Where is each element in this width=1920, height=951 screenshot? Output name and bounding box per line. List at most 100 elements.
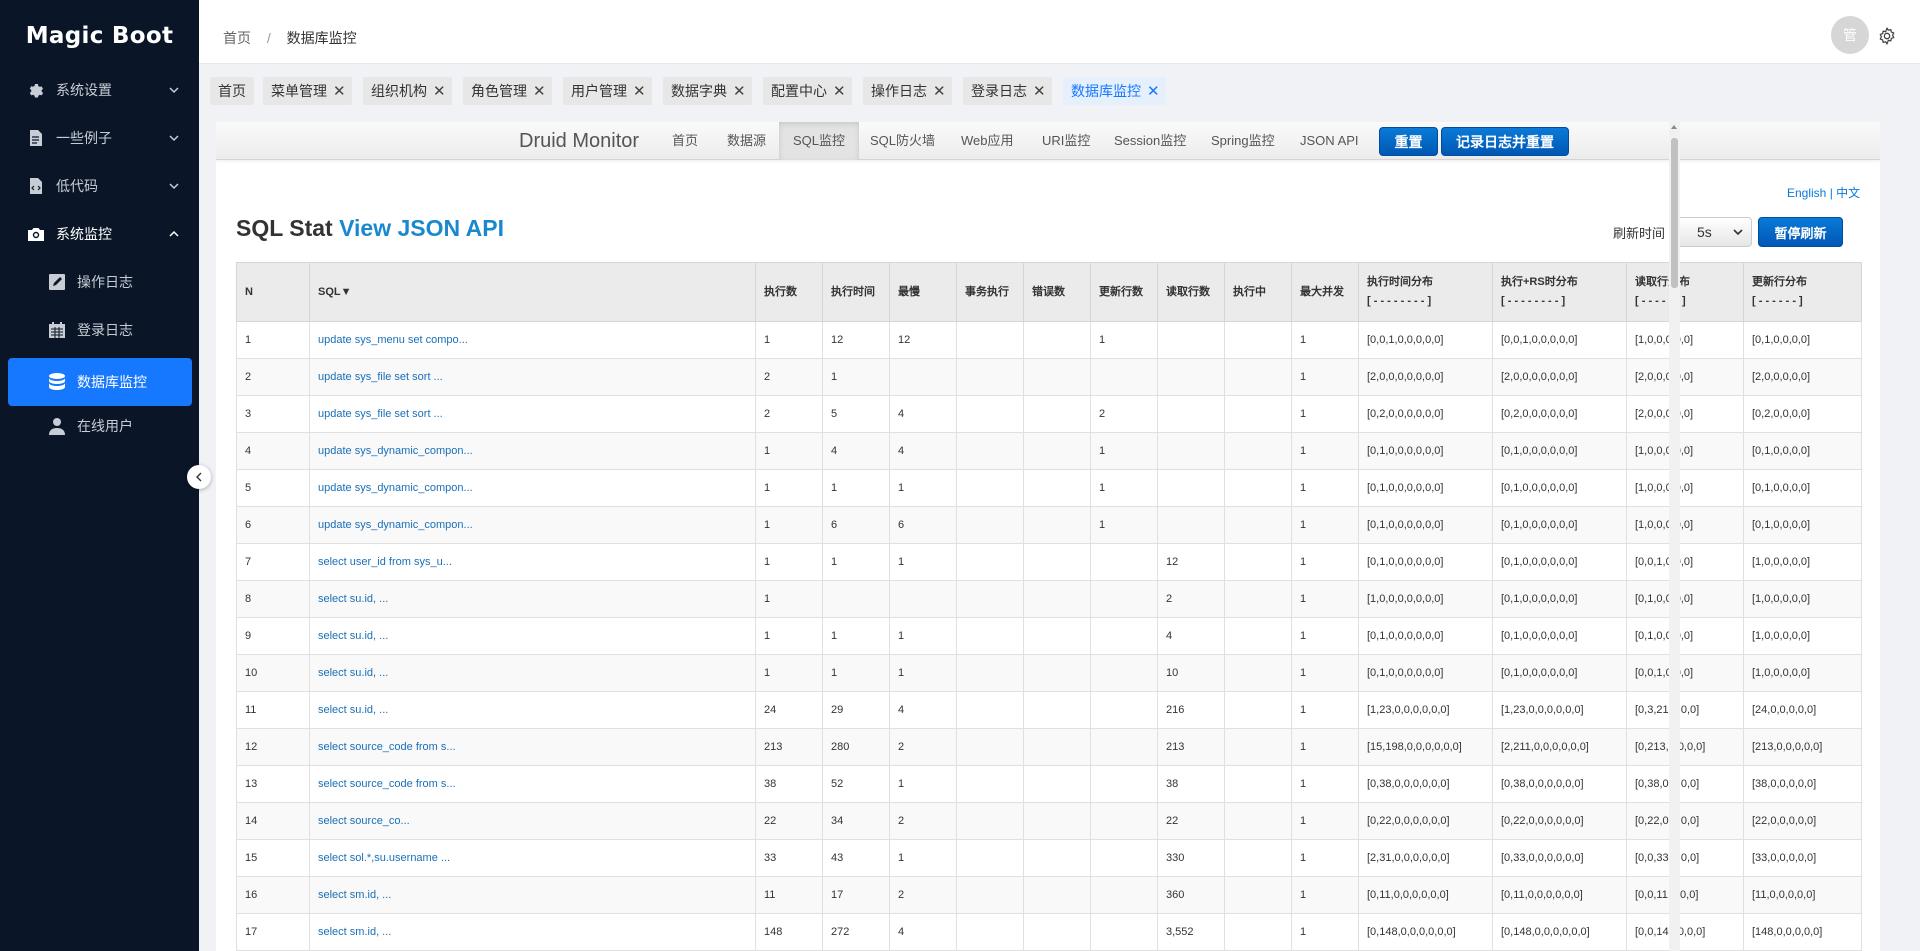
- column-header[interactable]: 执行数: [755, 262, 823, 322]
- druid-nav-home[interactable]: 首页: [658, 122, 712, 160]
- sidebar-subitem-online-users[interactable]: 在线用户: [0, 402, 199, 450]
- column-header[interactable]: 读取行数: [1157, 262, 1225, 322]
- chevron-down-icon: [169, 87, 179, 94]
- sidebar-collapse-button[interactable]: [187, 465, 211, 489]
- druid-nav-spring-monitor[interactable]: Spring监控: [1197, 122, 1289, 160]
- close-icon[interactable]: ✕: [633, 82, 646, 100]
- close-icon[interactable]: ✕: [833, 82, 846, 100]
- column-header[interactable]: 更新行数: [1090, 262, 1158, 322]
- column-header[interactable]: 最慢: [889, 262, 957, 322]
- column-header[interactable]: 更新行分布 [ - - - - - - ]: [1743, 262, 1862, 322]
- column-header[interactable]: 读取行分布 [ - - - - - - ]: [1626, 262, 1744, 322]
- lang-english-link[interactable]: English: [1787, 186, 1826, 200]
- sql-link[interactable]: select su.id, ...: [309, 580, 756, 618]
- sql-link[interactable]: select sol.*,su.username ...: [309, 839, 756, 877]
- pause-refresh-button[interactable]: 暂停刷新: [1758, 217, 1843, 247]
- sql-link[interactable]: update sys_dynamic_compon...: [309, 506, 756, 544]
- close-icon[interactable]: ✕: [333, 82, 346, 100]
- sql-link[interactable]: select source_code from s...: [309, 728, 756, 766]
- column-header[interactable]: 执行中: [1224, 262, 1292, 322]
- column-header-label: 读取行数: [1166, 285, 1210, 298]
- sql-link[interactable]: update sys_menu set compo...: [309, 321, 756, 359]
- log-and-reset-button[interactable]: 记录日志并重置: [1441, 127, 1569, 156]
- column-header[interactable]: 执行时间分布 [ - - - - - - - - ]: [1358, 262, 1493, 322]
- tab-home[interactable]: 首页: [210, 77, 254, 105]
- table-cell: [1224, 321, 1292, 359]
- sidebar-item-label: 系统设置: [56, 82, 112, 98]
- column-header[interactable]: 事务执行: [956, 262, 1024, 322]
- tab-operation-log[interactable]: 操作日志 ✕: [863, 77, 952, 105]
- sql-link[interactable]: select su.id, ...: [309, 691, 756, 729]
- lang-chinese-link[interactable]: 中文: [1836, 186, 1860, 200]
- column-header[interactable]: 最大并发: [1291, 262, 1359, 322]
- sidebar-subitem-login-log[interactable]: 登录日志: [0, 306, 199, 354]
- close-icon[interactable]: ✕: [1147, 82, 1160, 100]
- sidebar-item-examples[interactable]: 一些例子: [0, 114, 199, 162]
- sql-link[interactable]: select user_id from sys_u...: [309, 543, 756, 581]
- view-json-api-link[interactable]: View JSON API: [339, 215, 504, 241]
- column-header[interactable]: N: [236, 262, 310, 322]
- sql-link[interactable]: select source_co...: [309, 802, 756, 840]
- table-cell: 1: [889, 543, 957, 581]
- sql-link[interactable]: select su.id, ...: [309, 617, 756, 655]
- table-cell: [0,1,0,0,0,0,0,0]: [1492, 580, 1627, 618]
- vertical-scrollbar[interactable]: [1669, 122, 1680, 951]
- sql-link[interactable]: update sys_file set sort ...: [309, 395, 756, 433]
- table-row: 10 select su.id, ... 1 1 1 10 1 [0,1,0,0,0,0,0,…: [236, 654, 1862, 692]
- chevron-up-icon: [169, 230, 179, 237]
- column-header[interactable]: 执行时间: [822, 262, 890, 322]
- tab-login-log[interactable]: 登录日志 ✕: [963, 77, 1052, 105]
- table-cell: 1: [1291, 765, 1359, 803]
- sidebar-item-system-monitor[interactable]: 系统监控: [0, 210, 199, 258]
- tab-user-management[interactable]: 用户管理 ✕: [563, 77, 652, 105]
- druid-nav-web-app[interactable]: Web应用: [947, 122, 1028, 160]
- table-cell: 272: [822, 913, 890, 951]
- column-header[interactable]: 执行+RS时分布 [ - - - - - - - - ]: [1492, 262, 1627, 322]
- column-header-label: 更新行数: [1099, 285, 1143, 298]
- table-row: 3 update sys_file set sort ... 2 5 4 2 1 [0,2,0…: [236, 395, 1862, 433]
- druid-nav-sql-monitor[interactable]: SQL监控: [779, 122, 860, 160]
- close-icon[interactable]: ✕: [433, 82, 446, 100]
- settings-gear-icon[interactable]: [1877, 26, 1897, 46]
- sidebar-subitem-operation-log[interactable]: 操作日志: [0, 258, 199, 306]
- tab-menu-management[interactable]: 菜单管理 ✕: [263, 77, 352, 105]
- druid-nav-session-monitor[interactable]: Session监控: [1100, 122, 1200, 160]
- column-header[interactable]: 错误数: [1023, 262, 1091, 322]
- druid-nav-uri-monitor[interactable]: URI监控: [1028, 122, 1104, 160]
- table-cell: [0,1,0,0,0,0,0,0]: [1358, 432, 1493, 470]
- column-header-label: 最大并发: [1300, 285, 1344, 298]
- refresh-interval-select[interactable]: 5s: [1672, 217, 1752, 247]
- sql-link[interactable]: select su.id, ...: [309, 654, 756, 692]
- tab-data-dictionary[interactable]: 数据字典 ✕: [663, 77, 752, 105]
- sidebar-item-low-code[interactable]: 低代码: [0, 162, 199, 210]
- close-icon[interactable]: ✕: [933, 82, 946, 100]
- scroll-up-icon[interactable]: [1671, 125, 1677, 129]
- column-header[interactable]: SQL▼: [309, 262, 756, 322]
- druid-nav-json-api[interactable]: JSON API: [1286, 122, 1373, 160]
- sql-link[interactable]: select source_code from s...: [309, 765, 756, 803]
- sidebar-item-system-settings[interactable]: 系统设置: [0, 66, 199, 114]
- tab-database-monitor[interactable]: 数据库监控 ✕: [1063, 77, 1166, 105]
- sidebar-subitem-database-monitor[interactable]: 数据库监控: [8, 358, 192, 406]
- druid-brand[interactable]: Druid Monitor: [519, 130, 639, 153]
- breadcrumb-home[interactable]: 首页: [223, 30, 251, 46]
- sql-link[interactable]: select sm.id, ...: [309, 876, 756, 914]
- tab-config-center[interactable]: 配置中心 ✕: [763, 77, 852, 105]
- sql-link[interactable]: update sys_dynamic_compon...: [309, 469, 756, 507]
- tab-organization[interactable]: 组织机构 ✕: [363, 77, 452, 105]
- reset-button[interactable]: 重置: [1379, 127, 1438, 156]
- tab-role-management[interactable]: 角色管理 ✕: [463, 77, 552, 105]
- close-icon[interactable]: ✕: [733, 82, 746, 100]
- sql-link[interactable]: update sys_file set sort ...: [309, 358, 756, 396]
- sidebar-item-label: 低代码: [56, 178, 98, 194]
- close-icon[interactable]: ✕: [533, 82, 546, 100]
- avatar[interactable]: 管: [1831, 16, 1869, 54]
- sql-link[interactable]: select sm.id, ...: [309, 913, 756, 951]
- druid-nav-sql-firewall[interactable]: SQL防火墙: [856, 122, 949, 160]
- table-cell: [1157, 506, 1225, 544]
- close-icon[interactable]: ✕: [1033, 82, 1046, 100]
- scrollbar-thumb[interactable]: [1671, 138, 1678, 288]
- sql-link[interactable]: update sys_dynamic_compon...: [309, 432, 756, 470]
- table-cell: 4: [822, 432, 890, 470]
- druid-nav-datasource[interactable]: 数据源: [713, 122, 780, 160]
